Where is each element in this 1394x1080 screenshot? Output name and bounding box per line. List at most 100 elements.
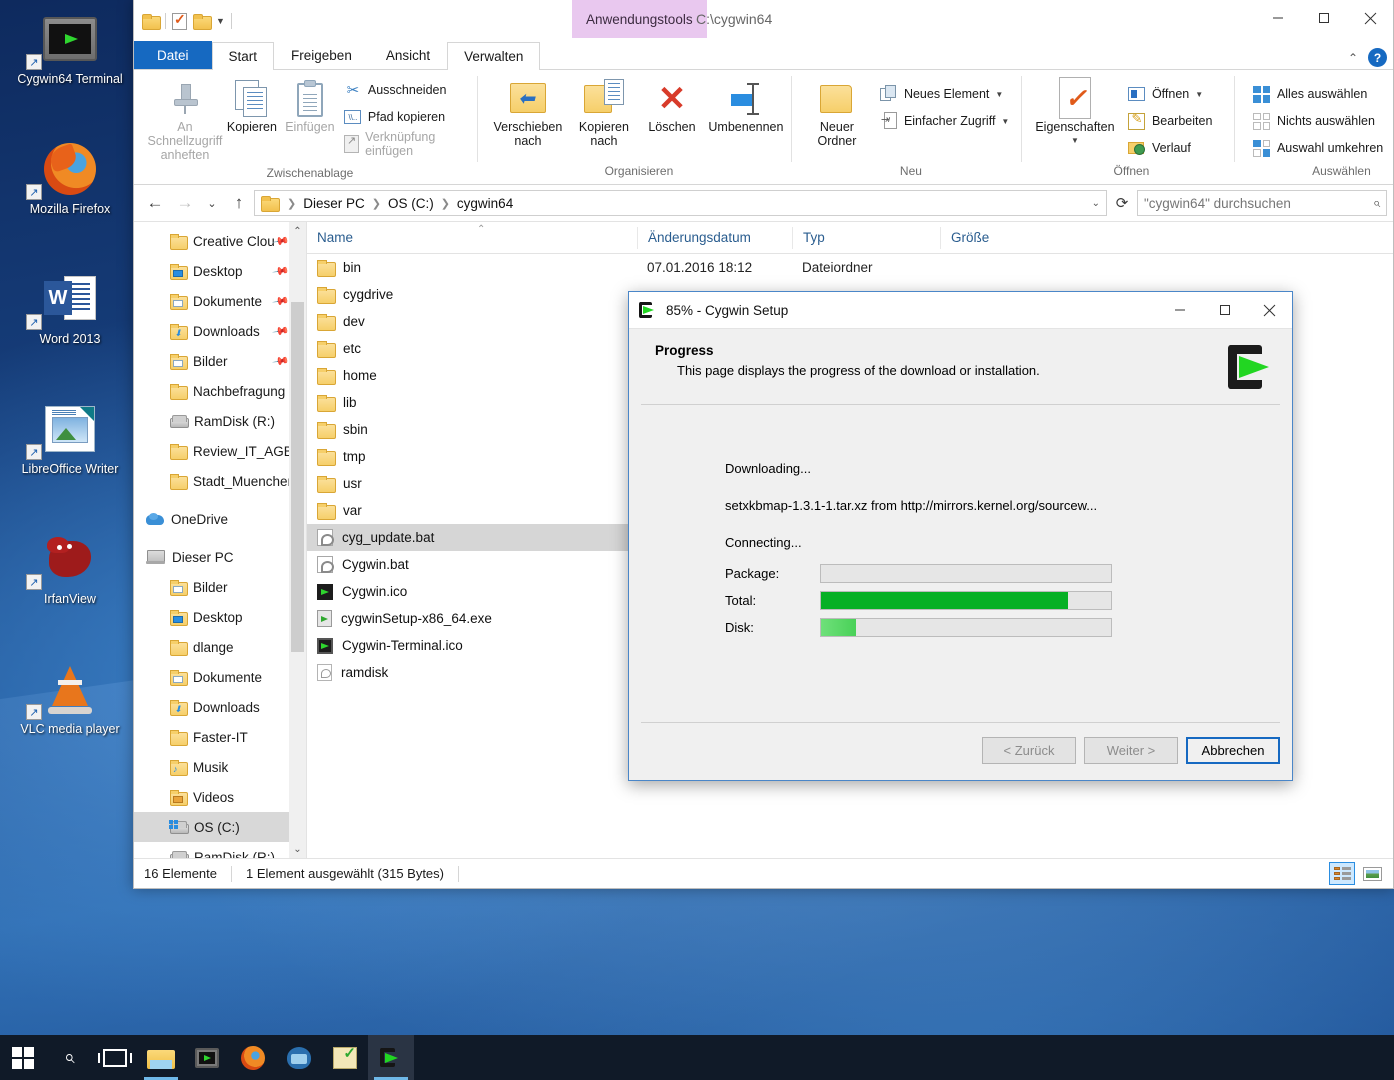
tab-freigeben[interactable]: Freigeben	[274, 41, 369, 69]
nav-item-ramdisk-r[interactable]: RamDisk (R:)	[134, 406, 306, 436]
desktop-icon-vlc-media-player[interactable]: ↗ VLC media player	[0, 656, 140, 786]
nav-item-musik[interactable]: ♪ Musik	[134, 752, 306, 782]
desktop-icon-mozilla-firefox[interactable]: ↗ Mozilla Firefox	[0, 136, 140, 266]
table-row[interactable]: bin 07.01.2016 18:12 Dateiordner	[307, 254, 1393, 281]
next-button[interactable]: Weiter >	[1084, 737, 1178, 764]
nav-item-videos[interactable]: Videos	[134, 782, 306, 812]
cancel-button[interactable]: Abbrechen	[1186, 737, 1280, 764]
firefox-button[interactable]	[230, 1035, 276, 1080]
new-folder-button[interactable]: Neuer Ordner	[806, 76, 868, 150]
history-button[interactable]: Verlauf	[1124, 136, 1216, 160]
nav-item-dokumente[interactable]: Dokumente 📌	[134, 286, 306, 316]
scroll-up-icon[interactable]: ⌃	[289, 222, 306, 240]
nav-item-bilder[interactable]: Bilder 📌	[134, 346, 306, 376]
nav-item-pc-desktop[interactable]: Desktop	[134, 602, 306, 632]
details-view-icon[interactable]	[1329, 862, 1355, 885]
nav-item-pc-dokumente[interactable]: Dokumente	[134, 662, 306, 692]
close-icon[interactable]	[1347, 0, 1393, 36]
move-to-button[interactable]: ⬅ Verschieben nach	[492, 76, 564, 150]
chevron-down-icon[interactable]: ⌄	[1092, 198, 1100, 209]
file-name: dev	[343, 314, 365, 329]
copy-to-button[interactable]: Kopieren nach	[570, 76, 638, 150]
nav-item-pc-bilder[interactable]: Bilder	[134, 572, 306, 602]
nav-item-nachbefragung[interactable]: Nachbefragung	[134, 376, 306, 406]
open-button[interactable]: Öffnen ▼	[1124, 82, 1216, 106]
nav-item-os-c[interactable]: OS (C:)	[134, 812, 306, 842]
scrollbar-thumb[interactable]	[291, 302, 304, 652]
start-button[interactable]	[0, 1035, 46, 1080]
button-label: Nichts auswählen	[1276, 114, 1375, 128]
scroll-down-icon[interactable]: ⌄	[289, 840, 306, 858]
copy-button[interactable]: Kopieren	[224, 76, 280, 136]
breadcrumb-item-cygwin64[interactable]: cygwin64	[457, 196, 513, 211]
notepad-button[interactable]	[322, 1035, 368, 1080]
tab-datei[interactable]: Datei	[134, 41, 212, 69]
column-header-name[interactable]: Name	[307, 227, 637, 249]
column-header-date[interactable]: Änderungsdatum	[637, 226, 792, 249]
close-icon[interactable]	[1247, 292, 1292, 328]
select-none-button[interactable]: Nichts auswählen	[1249, 109, 1387, 133]
nav-item-pc-downloads[interactable]: ⬇ Downloads	[134, 692, 306, 722]
help-icon[interactable]: ?	[1368, 48, 1387, 67]
invert-selection-button[interactable]: Auswahl umkehren	[1249, 136, 1387, 160]
refresh-icon[interactable]: ⟳	[1107, 189, 1137, 217]
folder-icon[interactable]	[142, 14, 161, 30]
nav-item-stadt-muenchen[interactable]: Stadt_Muenchen	[134, 466, 306, 496]
paste-shortcut-button[interactable]: Verknüpfung einfügen	[340, 130, 472, 158]
nav-item-onedrive[interactable]: OneDrive	[134, 504, 306, 534]
recent-locations-icon[interactable]: ⌄	[200, 189, 224, 217]
cygwin-terminal-button[interactable]	[184, 1035, 230, 1080]
nav-item-ramdisk-r-2[interactable]: RamDisk (R:)	[134, 842, 306, 858]
properties-button[interactable]: ✓ Eigenschaften ▼	[1034, 76, 1116, 150]
rename-button[interactable]: Umbenennen	[706, 76, 786, 136]
chevron-up-icon[interactable]: ⌃	[1348, 51, 1358, 65]
cut-button[interactable]: ✂ Ausschneiden	[340, 78, 472, 102]
edit-button[interactable]: Bearbeiten	[1124, 109, 1216, 133]
navigation-scrollbar[interactable]: ⌃ ⌄	[289, 222, 306, 858]
properties-icon[interactable]	[172, 11, 187, 30]
nav-item-faster-it[interactable]: Faster-IT	[134, 722, 306, 752]
address-input[interactable]: ❯ Dieser PC ❯ OS (C:) ❯ cygwin64 ⌄	[254, 190, 1107, 216]
nav-item-desktop[interactable]: Desktop 📌	[134, 256, 306, 286]
tab-start[interactable]: Start	[211, 42, 275, 70]
back-arrow-icon[interactable]: ←	[140, 189, 170, 217]
pin-to-quick-access-button[interactable]: An Schnellzugriff anheften	[148, 76, 222, 164]
nav-item-dieser-pc[interactable]: Dieser PC	[134, 542, 306, 572]
nav-item-review-it-agb[interactable]: Review_IT_AGB_I	[134, 436, 306, 466]
task-view-button[interactable]	[92, 1035, 138, 1080]
select-all-button[interactable]: Alles auswählen	[1249, 82, 1387, 106]
tab-verwalten[interactable]: Verwalten	[447, 42, 541, 70]
new-item-button[interactable]: Neues Element ▼	[876, 82, 1013, 106]
search-input[interactable]: "cygwin64" durchsuchen ⌕	[1137, 190, 1387, 216]
chevron-down-icon[interactable]: ▼	[216, 16, 225, 26]
tab-ansicht[interactable]: Ansicht	[369, 41, 447, 69]
breadcrumb-item-dieser-pc[interactable]: Dieser PC	[303, 196, 365, 211]
back-button[interactable]: < Zurück	[982, 737, 1076, 764]
breadcrumb-item-os-c[interactable]: OS (C:)	[388, 196, 434, 211]
nav-item-creative-cloud[interactable]: Creative Clou 📌	[134, 226, 306, 256]
desktop-icon-word-2013[interactable]: W ↗ Word 2013	[0, 266, 140, 396]
paste-button[interactable]: Einfügen	[282, 76, 338, 136]
cygwin-setup-button[interactable]	[368, 1035, 414, 1080]
thunderbird-button[interactable]	[276, 1035, 322, 1080]
new-folder-icon[interactable]	[193, 14, 212, 30]
copy-path-button[interactable]: \\.. Pfad kopieren	[340, 105, 472, 129]
minimize-icon[interactable]	[1255, 0, 1301, 36]
delete-button[interactable]: ✕ Löschen	[644, 76, 700, 136]
nav-item-downloads[interactable]: ⬇ Downloads 📌	[134, 316, 306, 346]
easy-access-button[interactable]: ⇥ Einfacher Zugriff ▼	[876, 109, 1013, 133]
nav-item-dlange[interactable]: dlange	[134, 632, 306, 662]
minimize-icon[interactable]	[1157, 292, 1202, 328]
maximize-icon[interactable]	[1202, 292, 1247, 328]
desktop-icon-cygwin64-terminal[interactable]: ↗ Cygwin64 Terminal	[0, 6, 140, 136]
up-arrow-icon[interactable]: ↑	[224, 189, 254, 217]
forward-arrow-icon[interactable]: →	[170, 189, 200, 217]
maximize-icon[interactable]	[1301, 0, 1347, 36]
file-explorer-button[interactable]	[138, 1035, 184, 1080]
desktop-icon-irfanview[interactable]: ↗ IrfanView	[0, 526, 140, 656]
column-header-type[interactable]: Typ	[792, 226, 940, 249]
large-icons-view-icon[interactable]	[1359, 862, 1385, 885]
column-header-size[interactable]: Größe	[940, 226, 1060, 249]
desktop-icon-libreoffice-writer[interactable]: ↗ LibreOffice Writer	[0, 396, 140, 526]
search-button[interactable]: ⌕	[46, 1035, 92, 1080]
